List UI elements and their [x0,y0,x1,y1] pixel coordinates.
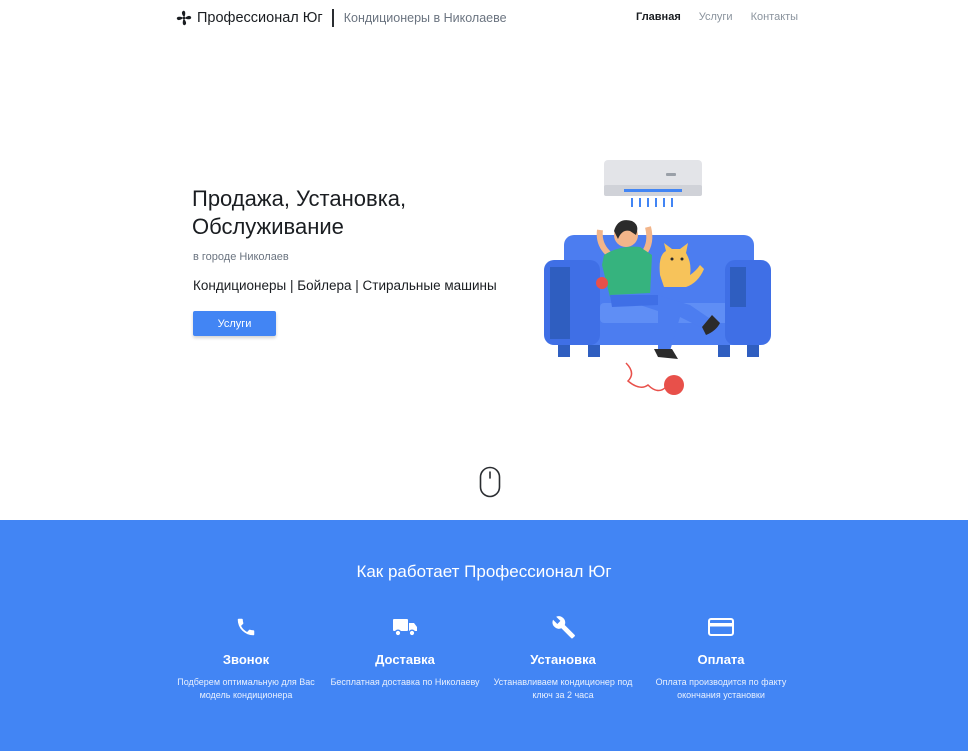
phone-icon [171,614,321,640]
step-payment: Оплата Оплата производится по факту окон… [646,614,796,702]
hero-city: в городе Николаев [193,251,289,263]
wrench-icon [488,614,638,640]
step-call: Звонок Подберем оптимальную для Вас моде… [171,614,321,702]
brand-divider [331,9,334,27]
nav-link-contacts[interactable]: Контакты [751,11,799,23]
brand[interactable]: Профессионал Юг Кондиционеры в Николаеве [176,8,507,28]
step-delivery: Доставка Бесплатная доставка по Николаев… [330,614,480,689]
brand-subtitle: Кондиционеры в Николаеве [343,11,507,25]
step-description: Подберем оптимальную для Вас модель конд… [177,677,315,700]
fan-icon [176,10,192,26]
how-title: Как работает Профессионал Юг [356,562,612,581]
nav-link-services[interactable]: Услуги [699,11,733,23]
how-it-works-section: Как работает Профессионал Юг Звонок Подб… [0,520,968,751]
step-title: Звонок [222,652,270,667]
step-installation: Установка Устанавливаем кондиционер под … [488,614,638,702]
hero-services: Кондиционеры | Бойлера | Стиральные маши… [193,278,497,293]
navbar: Профессионал Юг Кондиционеры в Николаеве… [0,0,968,36]
step-title: Оплата [697,652,745,667]
nav-link-home[interactable]: Главная [636,11,681,23]
main-nav: Главная Услуги Контакты [636,11,798,23]
services-button[interactable]: Услуги [193,311,276,336]
scroll-mouse-icon[interactable] [479,466,501,498]
brand-name: Профессионал Юг [197,10,323,26]
step-description: Устанавливаем кондиционер под ключ за 2 … [493,677,633,700]
credit-card-icon [646,614,796,640]
step-title: Установка [530,652,596,667]
step-description: Бесплатная доставка по Николаеву [330,677,480,687]
hero-title: Продажа, Установка, Обслуживание [192,186,407,239]
step-description: Оплата производится по факту окончания у… [655,677,787,700]
truck-icon [330,614,480,640]
hero-illustration [544,160,771,395]
step-title: Доставка [375,652,435,667]
